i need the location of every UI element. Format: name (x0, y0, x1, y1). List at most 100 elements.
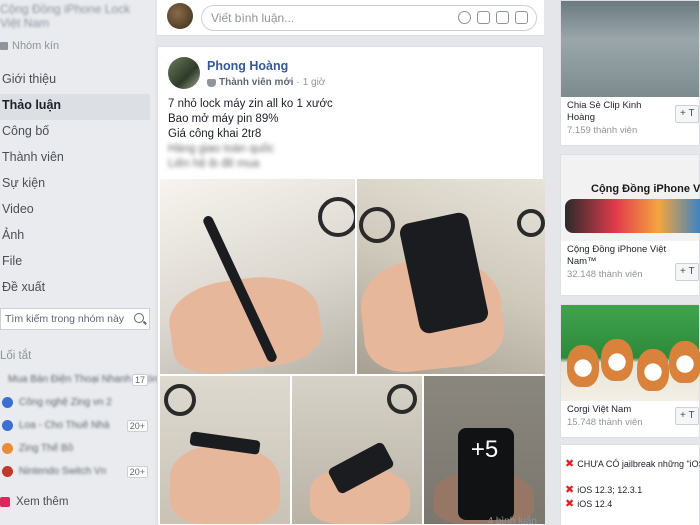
shortcut-item[interactable]: Loa - Cho Thuê Nhà 20+ (0, 414, 150, 437)
nav-item-photos[interactable]: Ảnh (0, 224, 150, 250)
nav-item-discussion[interactable]: Thảo luận (0, 94, 150, 120)
shortcut-group-icon (2, 443, 13, 454)
join-button[interactable]: + T (675, 263, 699, 281)
group-sidebar: Cộng Đồng iPhone Lock Việt Nam Nhóm kín … (0, 0, 163, 525)
announcement-item: iOS 12.3; 12.3.1 (577, 485, 643, 495)
suggested-group-card: Corgi Việt Nam 15.748 thành viên + T (560, 304, 700, 438)
shortcut-badge: 17 (131, 373, 148, 386)
join-button[interactable]: + T (675, 105, 699, 123)
shortcuts-title: Lối tắt (0, 350, 32, 362)
group-search-placeholder: Tìm kiếm trong nhóm này (5, 313, 125, 325)
shortcuts-list: Mua Bán Điện Thoại Nhanh Chóng 17 Công n… (0, 368, 163, 483)
nav-item-events[interactable]: Sự kiện (0, 172, 150, 198)
puppy (601, 339, 633, 381)
camera-icon[interactable] (477, 11, 490, 24)
lock-icon (0, 42, 8, 50)
comment-composer: Viết bình luận... (157, 0, 544, 36)
photo-grid: +5 4 bình luận (160, 179, 545, 525)
group-name[interactable]: Cộng Đồng iPhone Lock Việt Nam (0, 2, 150, 30)
nav-item-announcements[interactable]: Công bố (0, 120, 150, 146)
nav-item-about[interactable]: Giới thiệu (0, 68, 150, 94)
suggested-group-card: Cộng Đồng iPhone Vi Cộng Đồng iPhone Việ… (560, 154, 700, 296)
group-cover[interactable] (561, 305, 700, 401)
shortcut-name: Zing Thế Bồ (19, 443, 74, 454)
post-author[interactable]: Phong Hoàng (207, 59, 288, 73)
see-more-link[interactable]: Xem thêm (0, 496, 68, 508)
post-text: 7 nhỏ lock máy zin all ko 1 xước Bao mở … (168, 97, 333, 172)
feed-post: Phong Hoàng Thành viên mới · 1 giờ 7 nhỏ… (157, 46, 545, 525)
comment-count[interactable]: 4 bình luận (488, 516, 538, 525)
group-cover[interactable] (561, 1, 699, 97)
hand (164, 268, 326, 374)
shortcut-item[interactable]: Nintendo Switch Vn 20+ (0, 460, 150, 483)
shortcut-name: Loa - Cho Thuê Nhà (19, 420, 110, 431)
puppy (669, 341, 700, 383)
motorbike-wheel (164, 384, 196, 416)
puppy (567, 345, 599, 387)
group-nav: Giới thiệu Thảo luận Công bố Thành viên … (0, 68, 150, 302)
post-photo-more[interactable]: +5 (424, 376, 545, 524)
nav-item-files[interactable]: File (0, 250, 150, 276)
more-photos-overlay[interactable]: +5 (424, 376, 545, 524)
post-time[interactable]: 1 giờ (303, 77, 326, 88)
announcement-item: iOS 12.4 (577, 499, 613, 509)
post-meta: Thành viên mới · 1 giờ (207, 77, 325, 88)
post-photo[interactable] (357, 179, 545, 374)
iphone-image (565, 199, 700, 233)
shortcut-group-icon (2, 420, 13, 431)
search-icon[interactable] (134, 313, 144, 323)
shortcut-badge: 20+ (126, 465, 148, 478)
sticker-icon[interactable] (515, 11, 528, 24)
group-privacy-label: Nhóm kín (0, 40, 59, 52)
post-photo[interactable] (160, 179, 355, 374)
comment-input[interactable]: Viết bình luận... (201, 5, 537, 31)
nav-item-videos[interactable]: Video (0, 198, 150, 224)
post-photo[interactable] (292, 376, 422, 524)
avatar[interactable] (167, 3, 193, 29)
announcement-item-row: ✖ iOS 12.4 (561, 497, 699, 511)
shortcut-name: Nintendo Switch Vn (19, 466, 107, 477)
privacy-text: Nhóm kín (12, 40, 60, 52)
group-name[interactable]: Chia Sẻ Clip Kinh Hoàng (561, 97, 673, 124)
group-name[interactable]: Cộng Đồng iPhone Việt Nam™ (561, 241, 673, 268)
shortcut-group-icon (2, 397, 13, 408)
motorbike-wheel (359, 207, 395, 243)
author-avatar[interactable] (168, 57, 200, 89)
shortcut-item[interactable]: Zing Thế Bồ (0, 437, 150, 460)
banner-title: Cộng Đồng iPhone Vi (591, 183, 700, 195)
join-button[interactable]: + T (675, 407, 699, 425)
shortcut-group-icon (2, 466, 13, 477)
group-cover[interactable]: Cộng Đồng iPhone Vi (561, 155, 700, 241)
group-search-input[interactable]: Tìm kiếm trong nhóm này (0, 308, 150, 330)
announcement-card[interactable]: ✖ CHƯA CÓ jailbreak những "iOS ✖ iOS 12.… (560, 444, 700, 525)
suggested-group-card: Chia Sẻ Clip Kinh Hoàng 7.159 thành viên… (560, 0, 700, 146)
shortcut-badge: 20+ (126, 419, 148, 432)
post-line-blurred: Liên hệ ib để mua (168, 158, 260, 170)
post-line: Giá công khai 2tr8 (168, 128, 262, 140)
nav-item-recommendations[interactable]: Đề xuất (0, 276, 150, 302)
post-photo[interactable] (160, 376, 290, 524)
see-more-label: Xem thêm (16, 496, 69, 508)
post-line: Bao mở máy pin 89% (168, 113, 279, 125)
x-mark-icon: ✖ (565, 458, 575, 470)
comment-tools (458, 11, 528, 24)
announcement-item-row: ✖ iOS 12.3; 12.3.1 (561, 483, 699, 497)
hand (170, 446, 280, 524)
member-role: Thành viên mới (219, 77, 294, 88)
shortcut-item[interactable]: Mua Bán Điện Thoại Nhanh Chóng 17 (0, 368, 163, 391)
nav-item-members[interactable]: Thành viên (0, 146, 150, 172)
post-line-blurred: Hàng giao toàn quốc (168, 143, 275, 155)
group-name[interactable]: Corgi Việt Nam (561, 401, 673, 416)
suggested-groups: Chia Sẻ Clip Kinh Hoàng 7.159 thành viên… (560, 0, 700, 525)
gif-icon[interactable] (496, 11, 509, 24)
announcement-title: CHƯA CÓ jailbreak những "iOS (577, 459, 700, 469)
motorbike-wheel (318, 197, 355, 237)
shortcut-name: Công nghệ Zing vn 2 (19, 397, 112, 408)
post-line: 7 nhỏ lock máy zin all ko 1 xước (168, 98, 333, 110)
member-count: 7.159 thành viên (567, 125, 638, 136)
see-more-icon (0, 497, 10, 507)
motorbike-wheel (387, 384, 417, 414)
emoji-icon[interactable] (458, 11, 471, 24)
announcement-title-row: ✖ CHƯA CÓ jailbreak những "iOS (561, 457, 700, 471)
shortcut-item[interactable]: Công nghệ Zing vn 2 (0, 391, 150, 414)
